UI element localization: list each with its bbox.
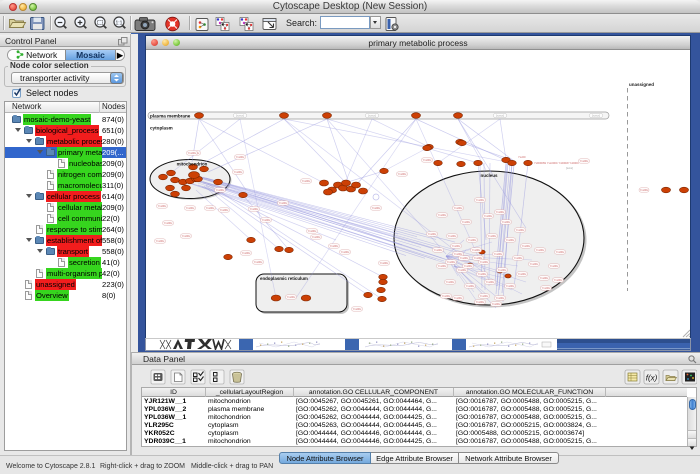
svg-text:Yxx00x: Yxx00x bbox=[186, 206, 195, 210]
svg-text:Yxx00x: Yxx00x bbox=[254, 260, 263, 264]
svg-text:endoplasmic reticulum: endoplasmic reticulum bbox=[260, 276, 308, 281]
svg-text:Yxx00x: Yxx00x bbox=[188, 151, 197, 155]
svg-text:Yxx00x: Yxx00x bbox=[480, 260, 489, 264]
svg-text:Yxx00x: Yxx00x bbox=[423, 158, 432, 162]
svg-text:Yxx00x: Yxx00x bbox=[514, 256, 523, 260]
svg-text:Yxx00x: Yxx00x bbox=[380, 261, 389, 265]
svg-text:Yxx00x: Yxx00x bbox=[536, 248, 545, 252]
svg-text:Yxx00x: Yxx00x bbox=[250, 207, 259, 211]
svg-text:Yxx00x: Yxx00x bbox=[542, 286, 551, 290]
svg-text:Yxx00x: Yxx00x bbox=[522, 244, 531, 248]
svg-text:mitochondrion: mitochondrion bbox=[177, 162, 208, 167]
svg-text:Yxx00x: Yxx00x bbox=[158, 204, 167, 208]
svg-text:Yxx00x: Yxx00x bbox=[330, 244, 339, 248]
svg-text:Yxx00x: Yxx00x bbox=[554, 278, 563, 282]
svg-text:Yxx00x: Yxx00x bbox=[236, 155, 245, 159]
svg-text:Yxx00x: Yxx00x bbox=[454, 252, 463, 256]
svg-text:Yxx00x: Yxx00x bbox=[492, 302, 501, 306]
svg-text:Yxx00x: Yxx00x bbox=[242, 251, 251, 255]
svg-text:Yxx00x: Yxx00x bbox=[498, 268, 507, 272]
svg-text:Yxx00x: Yxx00x bbox=[472, 248, 481, 252]
svg-text:Yxx00x: Yxx00x bbox=[488, 234, 497, 238]
svg-text:Yxx00x: Yxx00x bbox=[556, 250, 565, 254]
svg-text:Yxx00x: Yxx00x bbox=[506, 238, 515, 242]
svg-text:Yxx00x: Yxx00x bbox=[438, 213, 447, 217]
svg-text:Yxx00x: Yxx00x bbox=[516, 228, 525, 232]
svg-text:Yxx00x: Yxx00x bbox=[484, 214, 493, 218]
svg-text:Yxx00x: Yxx00x bbox=[262, 218, 271, 222]
svg-text:1:1: 1:1 bbox=[116, 21, 123, 27]
svg-text:Yxx00x: Yxx00x bbox=[530, 262, 539, 266]
svg-text:Yxx00x: Yxx00x bbox=[428, 232, 437, 236]
svg-text:Yxx00x: Yxx00x bbox=[550, 264, 559, 268]
svg-text:Yxx00x: Yxx00x bbox=[279, 201, 288, 205]
svg-text:[xxxx]: [xxxx] bbox=[566, 166, 573, 170]
svg-text:Yxx00x: Yxx00x bbox=[518, 272, 527, 276]
svg-text:Yxx00x: Yxx00x bbox=[372, 206, 381, 210]
svg-text:Yxx00x: Yxx00x bbox=[486, 280, 495, 284]
svg-text:Yxx00x: Yxx00x bbox=[156, 239, 165, 243]
svg-text:Yxx00x: Yxx00x bbox=[454, 296, 463, 300]
svg-text:Yxx00x: Yxx00x bbox=[476, 198, 485, 202]
svg-text:f(x): f(x) bbox=[646, 374, 658, 383]
svg-text:Yxx00x: Yxx00x bbox=[353, 307, 362, 311]
svg-text:[xxxx]: [xxxx] bbox=[368, 114, 376, 118]
svg-text:Yxx00x: Yxx00x bbox=[164, 221, 173, 225]
svg-text:Yxx00x: Yxx00x bbox=[462, 220, 471, 224]
svg-text:Yxx00x: Yxx00x bbox=[206, 206, 215, 210]
svg-text:Yxx00x: Yxx00x bbox=[466, 284, 475, 288]
svg-text:Yxx00x: Yxx00x bbox=[502, 220, 511, 224]
svg-text:Yxx00x: Yxx00x bbox=[496, 296, 505, 300]
svg-text:Yxx00x: Yxx00x bbox=[302, 179, 311, 183]
svg-text:Yxx00x: Yxx00x bbox=[480, 294, 489, 298]
svg-text:Yxx00x: Yxx00x bbox=[438, 264, 447, 268]
svg-text:Yxx00x: Yxx00x bbox=[580, 159, 589, 163]
svg-text:Yxx00x: Yxx00x bbox=[464, 264, 473, 268]
svg-text:Yxx00x: Yxx00x bbox=[474, 256, 483, 260]
svg-text:Yxx00x: Yxx00x bbox=[308, 229, 317, 233]
svg-text:Yxx00: Yxx00 bbox=[518, 155, 526, 159]
svg-text:[xxxx]: [xxxx] bbox=[496, 114, 504, 118]
svg-text:Yxx00x: Yxx00x bbox=[506, 284, 515, 288]
svg-text:plasma membrane: plasma membrane bbox=[150, 114, 191, 119]
svg-text:Yxx00x: Yxx00x bbox=[182, 234, 191, 238]
svg-text:unassigned: unassigned bbox=[629, 82, 654, 87]
svg-text:Yxx00x: Yxx00x bbox=[216, 188, 225, 192]
svg-text:Yxx00x: Yxx00x bbox=[640, 188, 649, 192]
svg-text:Yxx00x: Yxx00x bbox=[220, 208, 229, 212]
svg-text:Yxx00x: Yxx00x bbox=[434, 248, 443, 252]
svg-text:Yxx00x: Yxx00x bbox=[234, 170, 243, 174]
svg-text:Yxx00x: Yxx00x bbox=[540, 276, 549, 280]
svg-text:Yxx00x: Yxx00x bbox=[447, 260, 456, 264]
svg-text:Yxx00x: Yxx00x bbox=[452, 244, 461, 248]
svg-text:Yxx00x: Yxx00x bbox=[460, 256, 469, 260]
svg-text:Yxx00x: Yxx00x bbox=[448, 234, 457, 238]
svg-text:Yxx00x: Yxx00x bbox=[476, 300, 485, 304]
svg-text:Yxx00x: Yxx00x bbox=[312, 235, 321, 239]
svg-text:[xxxx]: [xxxx] bbox=[236, 114, 244, 118]
svg-text:Yxx00x: Yxx00x bbox=[446, 280, 455, 284]
svg-text:nucleus: nucleus bbox=[480, 173, 498, 178]
svg-text:Yxx00x: Yxx00x bbox=[398, 172, 407, 176]
svg-text:cytoplasm: cytoplasm bbox=[150, 126, 173, 131]
svg-text:Yxx00x: Yxx00x bbox=[341, 250, 350, 254]
svg-text:Yxx00x: Yxx00x bbox=[454, 206, 463, 210]
svg-text:Yxx00x: Yxx00x bbox=[478, 272, 487, 276]
svg-text:Yxx00x: Yxx00x bbox=[458, 268, 467, 272]
svg-text:YxR000W YxL000C Yx000W Yx000C: YxR000W YxL000C Yx000W Yx000C bbox=[534, 161, 579, 165]
svg-text:Yxx00x: Yxx00x bbox=[442, 294, 451, 298]
svg-text:Yxx00x: Yxx00x bbox=[494, 252, 503, 256]
svg-text:Yxx00x: Yxx00x bbox=[287, 295, 296, 299]
svg-text:[xxxx]: [xxxx] bbox=[592, 114, 600, 118]
svg-text:Yxx00x: Yxx00x bbox=[496, 210, 505, 214]
svg-text:Yxx00x: Yxx00x bbox=[468, 238, 477, 242]
